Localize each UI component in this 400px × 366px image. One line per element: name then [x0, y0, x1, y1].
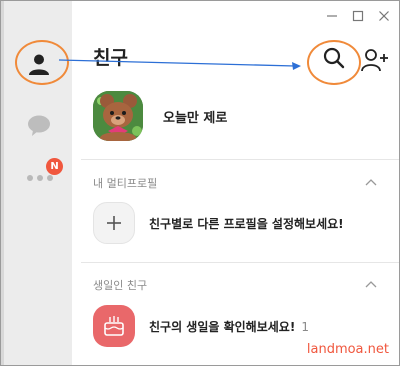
section-title-multiprofile: 내 멀티프로필	[93, 177, 158, 190]
sidebar-edge	[1, 1, 4, 365]
list-item-multiprofile[interactable]: 친구별로 다른 프로필을 설정해보세요!	[93, 202, 393, 246]
chevron-up-icon[interactable]	[365, 279, 377, 289]
close-button[interactable]	[377, 9, 391, 23]
add-friend-button[interactable]	[360, 46, 390, 74]
chevron-up-icon[interactable]	[365, 177, 377, 187]
maximize-button[interactable]	[351, 9, 365, 23]
avatar[interactable]	[93, 91, 143, 141]
search-icon	[323, 47, 345, 69]
my-profile-name: 오늘만 제로	[163, 111, 228, 126]
search-button[interactable]	[319, 43, 349, 73]
plus-tile	[93, 202, 135, 244]
birthday-label: 친구의 생일을 확인해보세요!	[149, 320, 296, 334]
minimize-icon	[327, 15, 337, 17]
multiprofile-text: 친구별로 다른 프로필을 설정해보세요!	[149, 217, 344, 231]
sidebar-item-friends[interactable]	[20, 45, 58, 83]
add-friend-icon	[361, 49, 388, 72]
close-icon	[379, 11, 389, 21]
my-profile[interactable]: 오늘만 제로	[93, 91, 393, 145]
minimize-button[interactable]	[325, 9, 339, 23]
more-dots-icon	[25, 175, 55, 181]
sidebar: N	[1, 1, 72, 365]
birthday-text: 친구의 생일을 확인해보세요! 1	[149, 318, 309, 335]
birthday-count: 1	[301, 320, 309, 334]
cake-tile	[93, 305, 135, 347]
page-title: 친구	[93, 47, 128, 69]
bear-photo-icon	[93, 91, 143, 141]
divider	[81, 159, 399, 160]
plus-icon	[107, 216, 121, 230]
app-window: N 친구 오늘만 제로 내 멀티프로필 친구별로 다른 프로필을 설정해보세요!…	[0, 0, 400, 366]
divider	[81, 262, 399, 263]
sidebar-item-chats[interactable]	[25, 113, 53, 139]
person-icon	[29, 54, 49, 75]
window-controls	[325, 9, 391, 23]
maximize-icon	[352, 10, 364, 22]
new-badge: N	[46, 158, 63, 175]
chat-bubble-icon	[28, 115, 50, 136]
watermark: landmoa.net	[306, 342, 389, 357]
cake-icon	[104, 316, 124, 336]
section-title-birthday: 생일인 친구	[93, 279, 148, 292]
